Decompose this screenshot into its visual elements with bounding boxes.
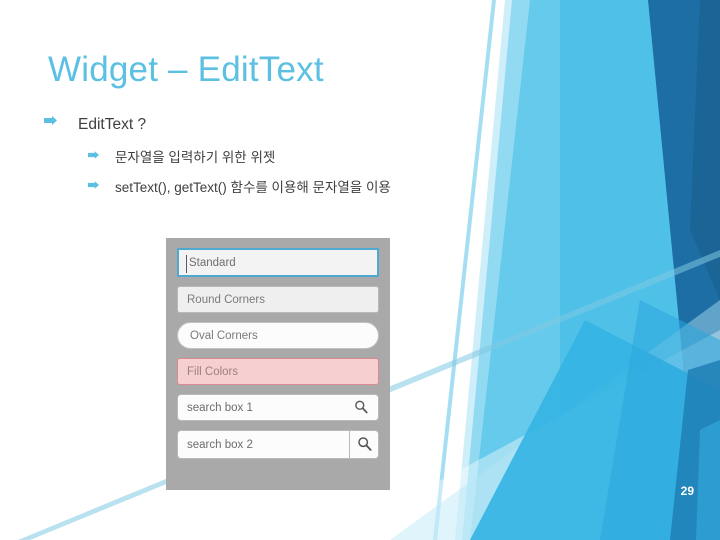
- bullet-label: 문자열을 입력하기 위한 위젯: [115, 150, 276, 165]
- search-icon[interactable]: [354, 399, 368, 416]
- bullet-item-edittext: EditText ?: [44, 116, 146, 134]
- edittext-search-box-2[interactable]: search box 2: [177, 430, 379, 459]
- presentation-slide: Widget – EditText EditText ? 문자열을 입력하기 위…: [0, 0, 720, 540]
- edittext-standard[interactable]: Standard: [177, 248, 379, 277]
- text-caret: [186, 255, 187, 273]
- arrow-right-icon: [88, 181, 115, 189]
- edittext-search-box-2-label: search box 2: [187, 438, 253, 451]
- edittext-standard-label: Standard: [189, 256, 236, 269]
- edittext-search-box-2-input[interactable]: search box 2: [177, 430, 349, 459]
- arrow-right-icon: [88, 151, 115, 159]
- edittext-search-box-1-label: search box 1: [187, 401, 253, 414]
- bullet-label: EditText ?: [78, 116, 147, 133]
- edittext-oval-corners-label: Oval Corners: [190, 329, 258, 342]
- edittext-round-corners-label: Round Corners: [187, 293, 265, 306]
- edittext-fill-colors-label: Fill Colors: [187, 365, 239, 378]
- arrow-right-icon: [44, 116, 78, 125]
- page-title: Widget – EditText: [48, 50, 324, 89]
- search-icon: [357, 436, 372, 454]
- edittext-search-box-1[interactable]: search box 1: [177, 394, 379, 421]
- edittext-fill-colors[interactable]: Fill Colors: [177, 358, 379, 385]
- bullet-label: setText(), getText() 함수를 이용해 문자열을 이용: [115, 180, 391, 195]
- bullet-item-methods: setText(), getText() 함수를 이용해 문자열을 이용: [88, 176, 391, 196]
- search-button[interactable]: [349, 430, 379, 459]
- page-number: 29: [680, 484, 694, 498]
- edittext-round-corners[interactable]: Round Corners: [177, 286, 379, 313]
- bullet-item-description: 문자열을 입력하기 위한 위젯: [88, 146, 275, 166]
- edittext-oval-corners[interactable]: Oval Corners: [177, 322, 379, 349]
- android-edittext-screenshot: Standard Round Corners Oval Corners Fill…: [166, 238, 390, 490]
